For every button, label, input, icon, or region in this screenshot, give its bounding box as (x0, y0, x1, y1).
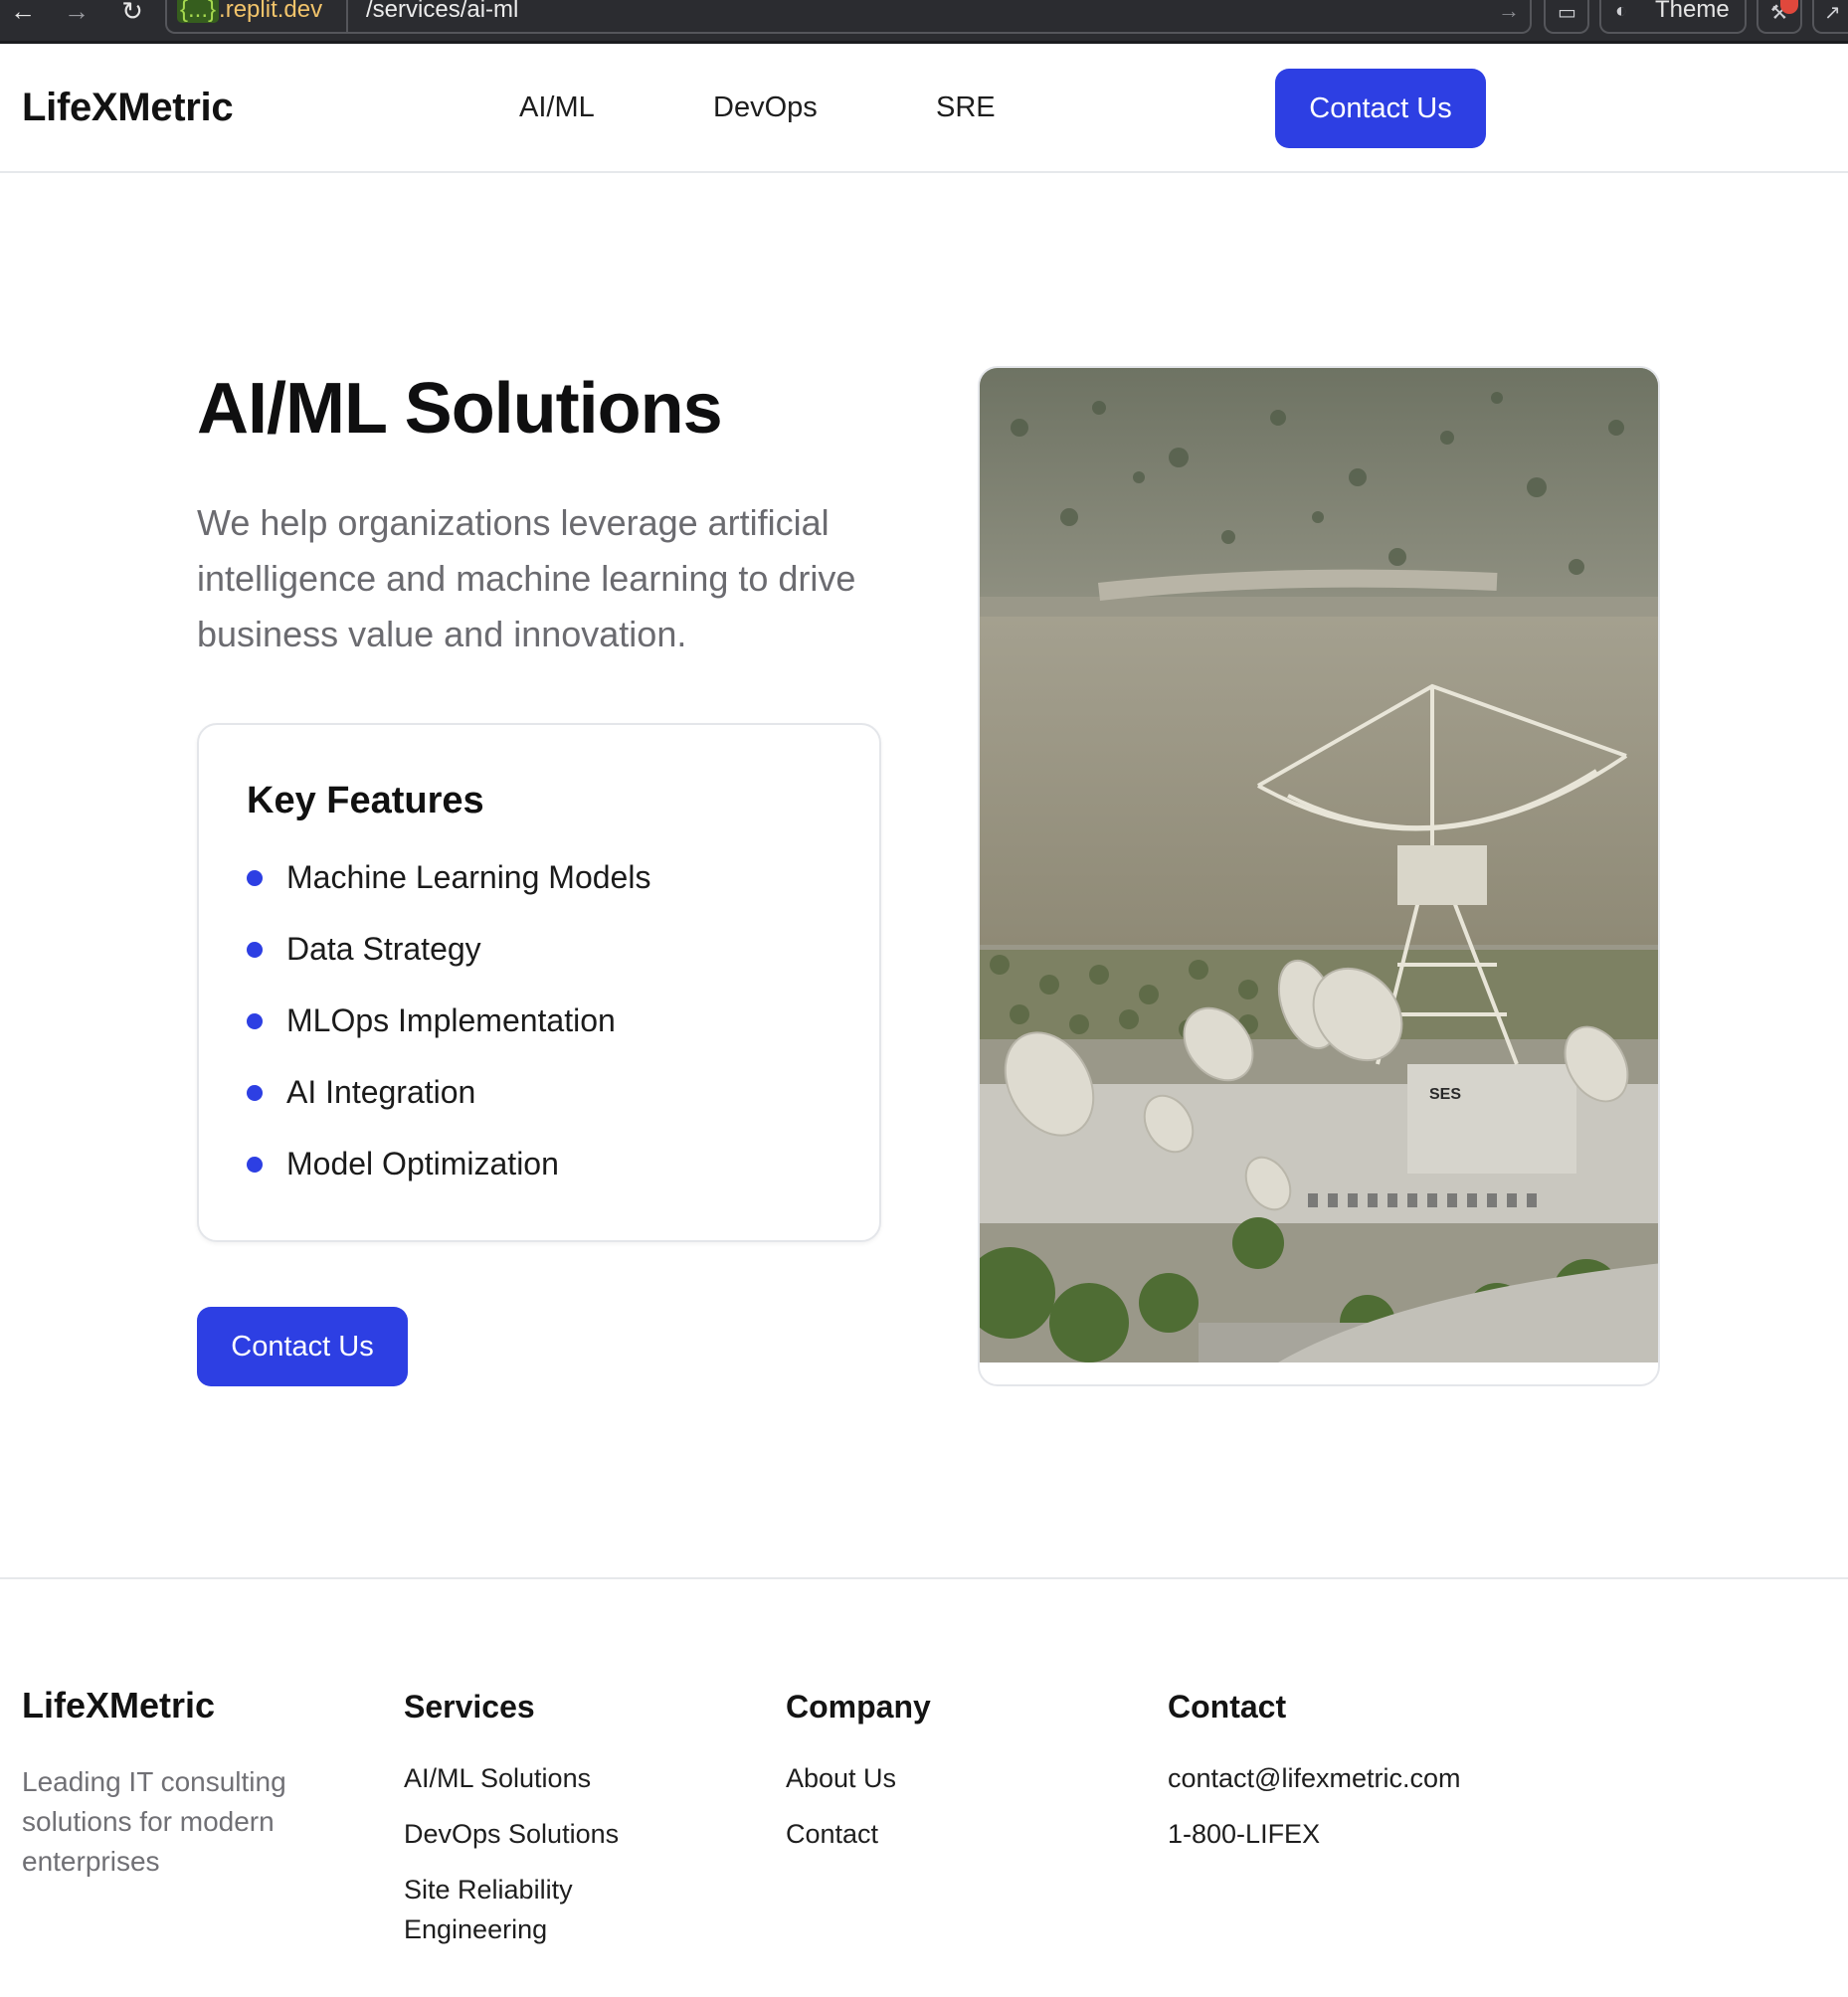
header-contact-button[interactable]: Contact Us (1275, 69, 1486, 148)
devtools-button[interactable]: ⚒ (1756, 0, 1802, 34)
feature-label: Data Strategy (286, 931, 481, 967)
nav-link-ai-ml[interactable]: AI/ML (519, 91, 595, 124)
monitor-icon: ▭ (1558, 2, 1576, 24)
hero-description: We help organizations leverage artificia… (197, 502, 856, 654)
nav-link-devops[interactable]: DevOps (713, 91, 818, 124)
reload-icon[interactable]: ↻ (115, 0, 149, 26)
theme-label: Theme (1655, 0, 1730, 23)
back-arrow-icon[interactable]: ← (6, 0, 40, 26)
palette-icon: ◐ (1615, 0, 1628, 22)
url-divider (346, 0, 348, 34)
notification-badge (1780, 0, 1798, 14)
footer-contact-email[interactable]: contact@lifexmetric.com (1168, 1758, 1460, 1798)
footer-contact-phone[interactable]: 1-800-LIFEX (1168, 1814, 1320, 1854)
footer-contact-title: Contact (1168, 1689, 1287, 1725)
bullet-icon (247, 1013, 263, 1029)
satellite-station-image: SES (980, 368, 1658, 1362)
key-features-card: Key Features Machine Learning Models Dat… (197, 723, 881, 1242)
bullet-icon (247, 1157, 263, 1173)
url-host-domain: .replit.dev (219, 0, 323, 23)
footer-logo[interactable]: LifeXMetric (22, 1685, 215, 1726)
bullet-icon (247, 1085, 263, 1101)
hero-contact-button[interactable]: Contact Us (197, 1307, 408, 1386)
footer-company-title: Company (786, 1689, 931, 1725)
footer-link-contact[interactable]: Contact (786, 1814, 878, 1854)
feature-item: Data Strategy (247, 928, 650, 999)
device-preview-button[interactable]: ▭ (1544, 0, 1589, 34)
site-logo[interactable]: LifeXMetric (22, 86, 234, 130)
key-features-title: Key Features (247, 780, 484, 821)
feature-label: MLOps Implementation (286, 1002, 616, 1038)
footer-link-ai-ml[interactable]: AI/ML Solutions (404, 1758, 591, 1798)
image-sign-text: SES (1429, 1086, 1461, 1103)
feature-label: AI Integration (286, 1074, 476, 1110)
feature-label: Machine Learning Models (286, 859, 651, 895)
footer-link-devops[interactable]: DevOps Solutions (404, 1814, 619, 1854)
page-title: AI/ML Solutions (197, 369, 723, 449)
url-host-badge: {...} (177, 0, 220, 23)
hero-image-card: SES (978, 366, 1660, 1386)
url-path: /services/ai-ml (366, 0, 519, 23)
open-new-tab-button[interactable]: ↗ (1812, 0, 1848, 34)
address-bar[interactable]: {...} .replit.dev /services/ai-ml → (165, 0, 1532, 34)
feature-item: Machine Learning Models (247, 856, 650, 928)
theme-button[interactable]: ◐ Theme (1599, 0, 1747, 34)
feature-item: MLOps Implementation (247, 999, 650, 1071)
footer-link-sre[interactable]: Site Reliability Engineering (404, 1870, 643, 1949)
key-features-list: Machine Learning Models Data Strategy ML… (247, 856, 650, 1214)
bullet-icon (247, 870, 263, 886)
go-arrow-icon[interactable]: → (1498, 0, 1520, 24)
footer-tagline: Leading IT consulting solutions for mode… (22, 1766, 286, 1877)
external-link-icon: ↗ (1824, 2, 1841, 24)
feature-item: Model Optimization (247, 1143, 650, 1214)
nav-link-sre[interactable]: SRE (936, 91, 996, 124)
site-footer: LifeXMetric Leading IT consulting soluti… (0, 1577, 1848, 1997)
bullet-icon (247, 942, 263, 958)
feature-label: Model Optimization (286, 1146, 559, 1181)
feature-item: AI Integration (247, 1071, 650, 1143)
browser-toolbar: ← → ↻ {...} .replit.dev /services/ai-ml →… (0, 0, 1848, 44)
site-header: LifeXMetric AI/ML DevOps SRE Contact Us (0, 44, 1848, 173)
forward-arrow-icon[interactable]: → (60, 0, 93, 26)
footer-services-title: Services (404, 1689, 535, 1725)
url-host: {...} .replit.dev (177, 0, 322, 28)
footer-link-about[interactable]: About Us (786, 1758, 896, 1798)
